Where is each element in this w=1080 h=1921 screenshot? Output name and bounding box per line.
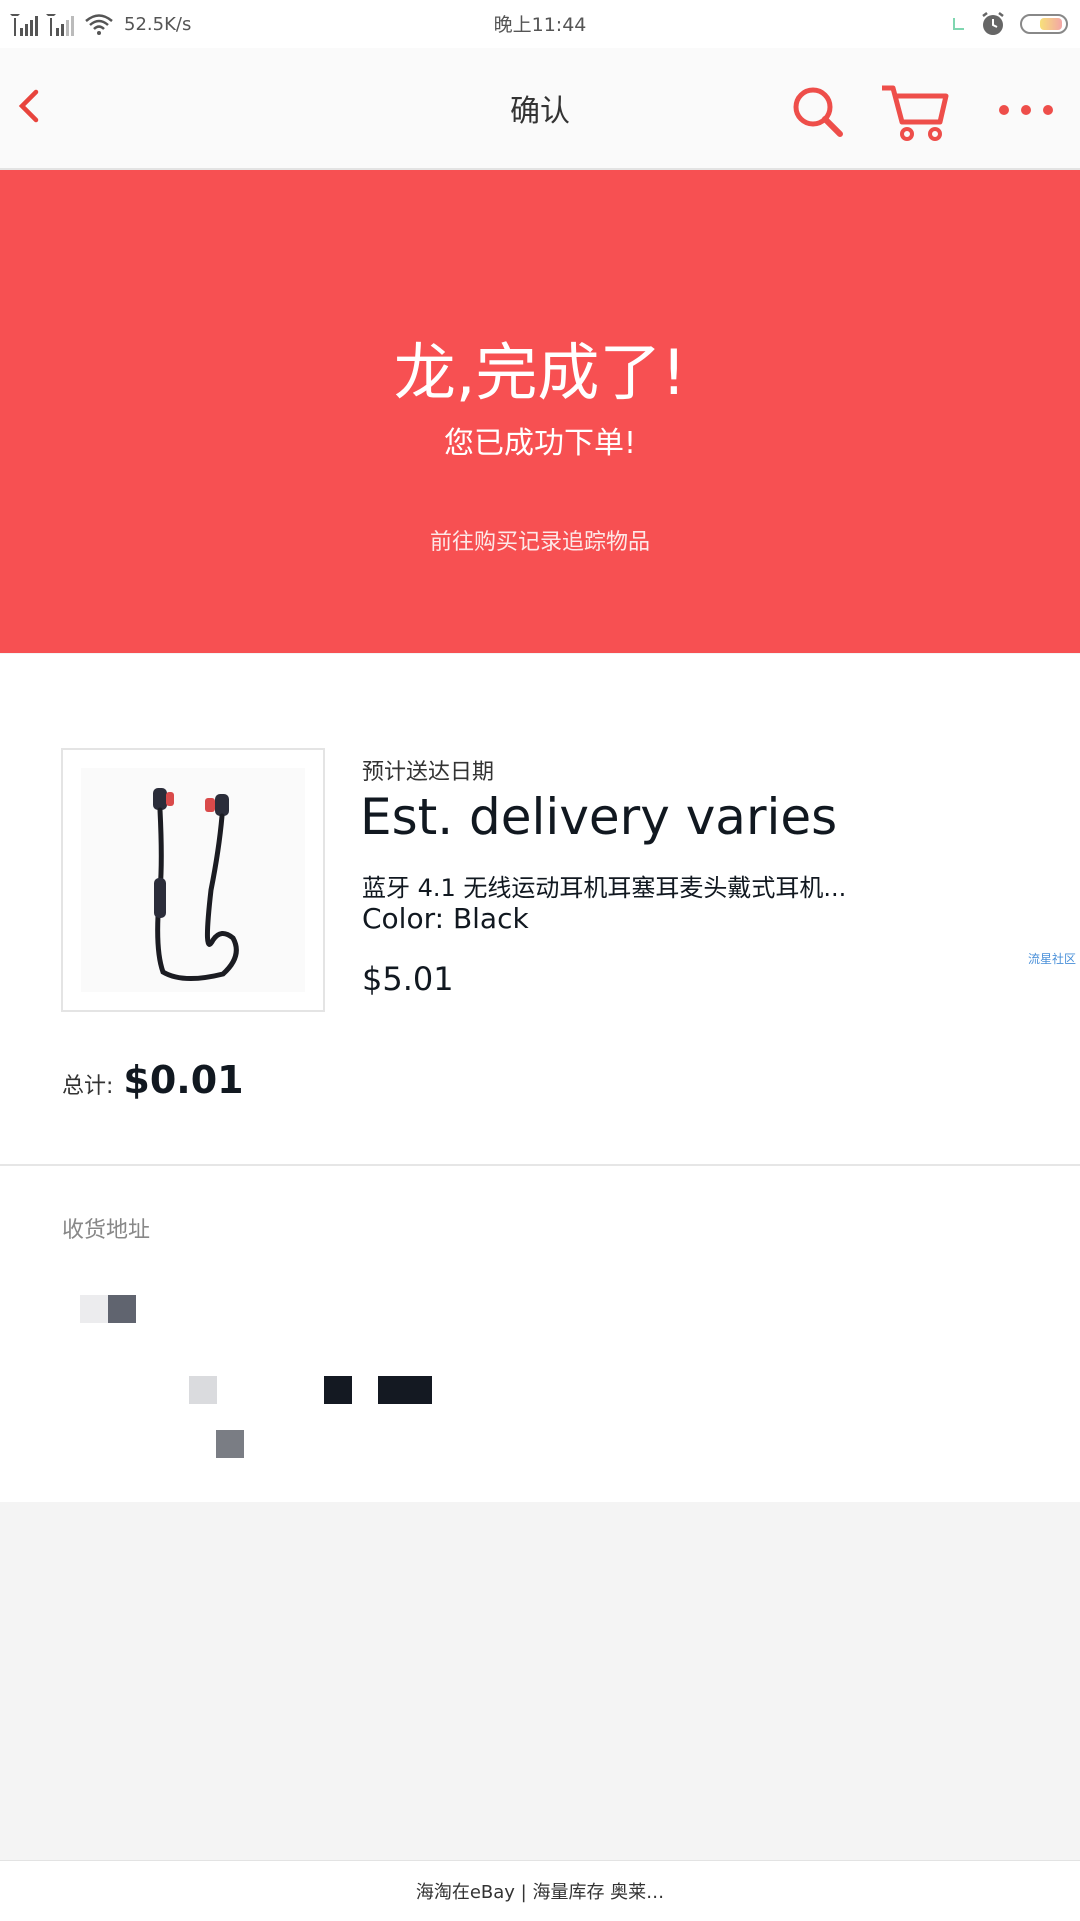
order-item-section: 预计送达日期 Est. delivery varies 蓝牙 4.1 无线运动耳… bbox=[0, 654, 1080, 1166]
order-total: 总计: $0.01 bbox=[62, 1058, 244, 1102]
app-bar: 确认 bbox=[0, 48, 1080, 170]
footer-text: 海淘在eBay | 海量库存 奥莱… bbox=[415, 1882, 665, 1903]
notification-icon bbox=[953, 18, 964, 30]
total-label: 总计: bbox=[62, 1074, 114, 1099]
redacted-block bbox=[216, 1430, 244, 1458]
alarm-icon bbox=[982, 12, 1004, 35]
redacted-block bbox=[80, 1295, 108, 1323]
redacted-block bbox=[108, 1295, 136, 1323]
status-time: 晚上11:44 bbox=[493, 14, 587, 36]
confirmation-subtitle: 您已成功下单! bbox=[443, 426, 637, 461]
track-order-link[interactable]: 前往购买记录追踪物品 bbox=[0, 524, 1080, 556]
status-bar: 52.5K/s 晚上11:44 bbox=[0, 0, 1080, 48]
confirmation-title: 龙,完成了! bbox=[393, 336, 687, 409]
battery-icon bbox=[1020, 14, 1068, 34]
shipping-address-section: 收货地址 bbox=[0, 1166, 1080, 1502]
confirmation-banner: 龙,完成了! 您已成功下单! 前往购买记录追踪物品 bbox=[0, 170, 1080, 653]
redacted-block bbox=[378, 1376, 432, 1404]
est-delivery-value: Est. delivery varies bbox=[360, 788, 838, 846]
search-icon[interactable] bbox=[790, 84, 846, 140]
product-thumbnail[interactable] bbox=[61, 748, 325, 1012]
footer-bar[interactable]: 海淘在eBay | 海量库存 奥莱… bbox=[0, 1860, 1080, 1921]
redacted-block bbox=[189, 1376, 217, 1404]
status-right bbox=[952, 9, 1068, 39]
shipping-address-title: 收货地址 bbox=[62, 1218, 151, 1243]
item-title[interactable]: 蓝牙 4.1 无线运动耳机耳塞耳麦头戴式耳机... bbox=[362, 868, 846, 903]
total-value: $0.01 bbox=[123, 1058, 244, 1102]
item-variant: Color: Black bbox=[362, 902, 529, 935]
item-price: $5.01 bbox=[362, 960, 454, 998]
earphones-image bbox=[81, 768, 305, 992]
cart-icon[interactable] bbox=[880, 82, 950, 144]
more-icon[interactable] bbox=[996, 100, 1056, 120]
est-delivery-label: 预计送达日期 bbox=[362, 760, 495, 785]
redacted-block bbox=[324, 1376, 352, 1404]
side-tag: 流星社区 bbox=[1027, 952, 1076, 966]
